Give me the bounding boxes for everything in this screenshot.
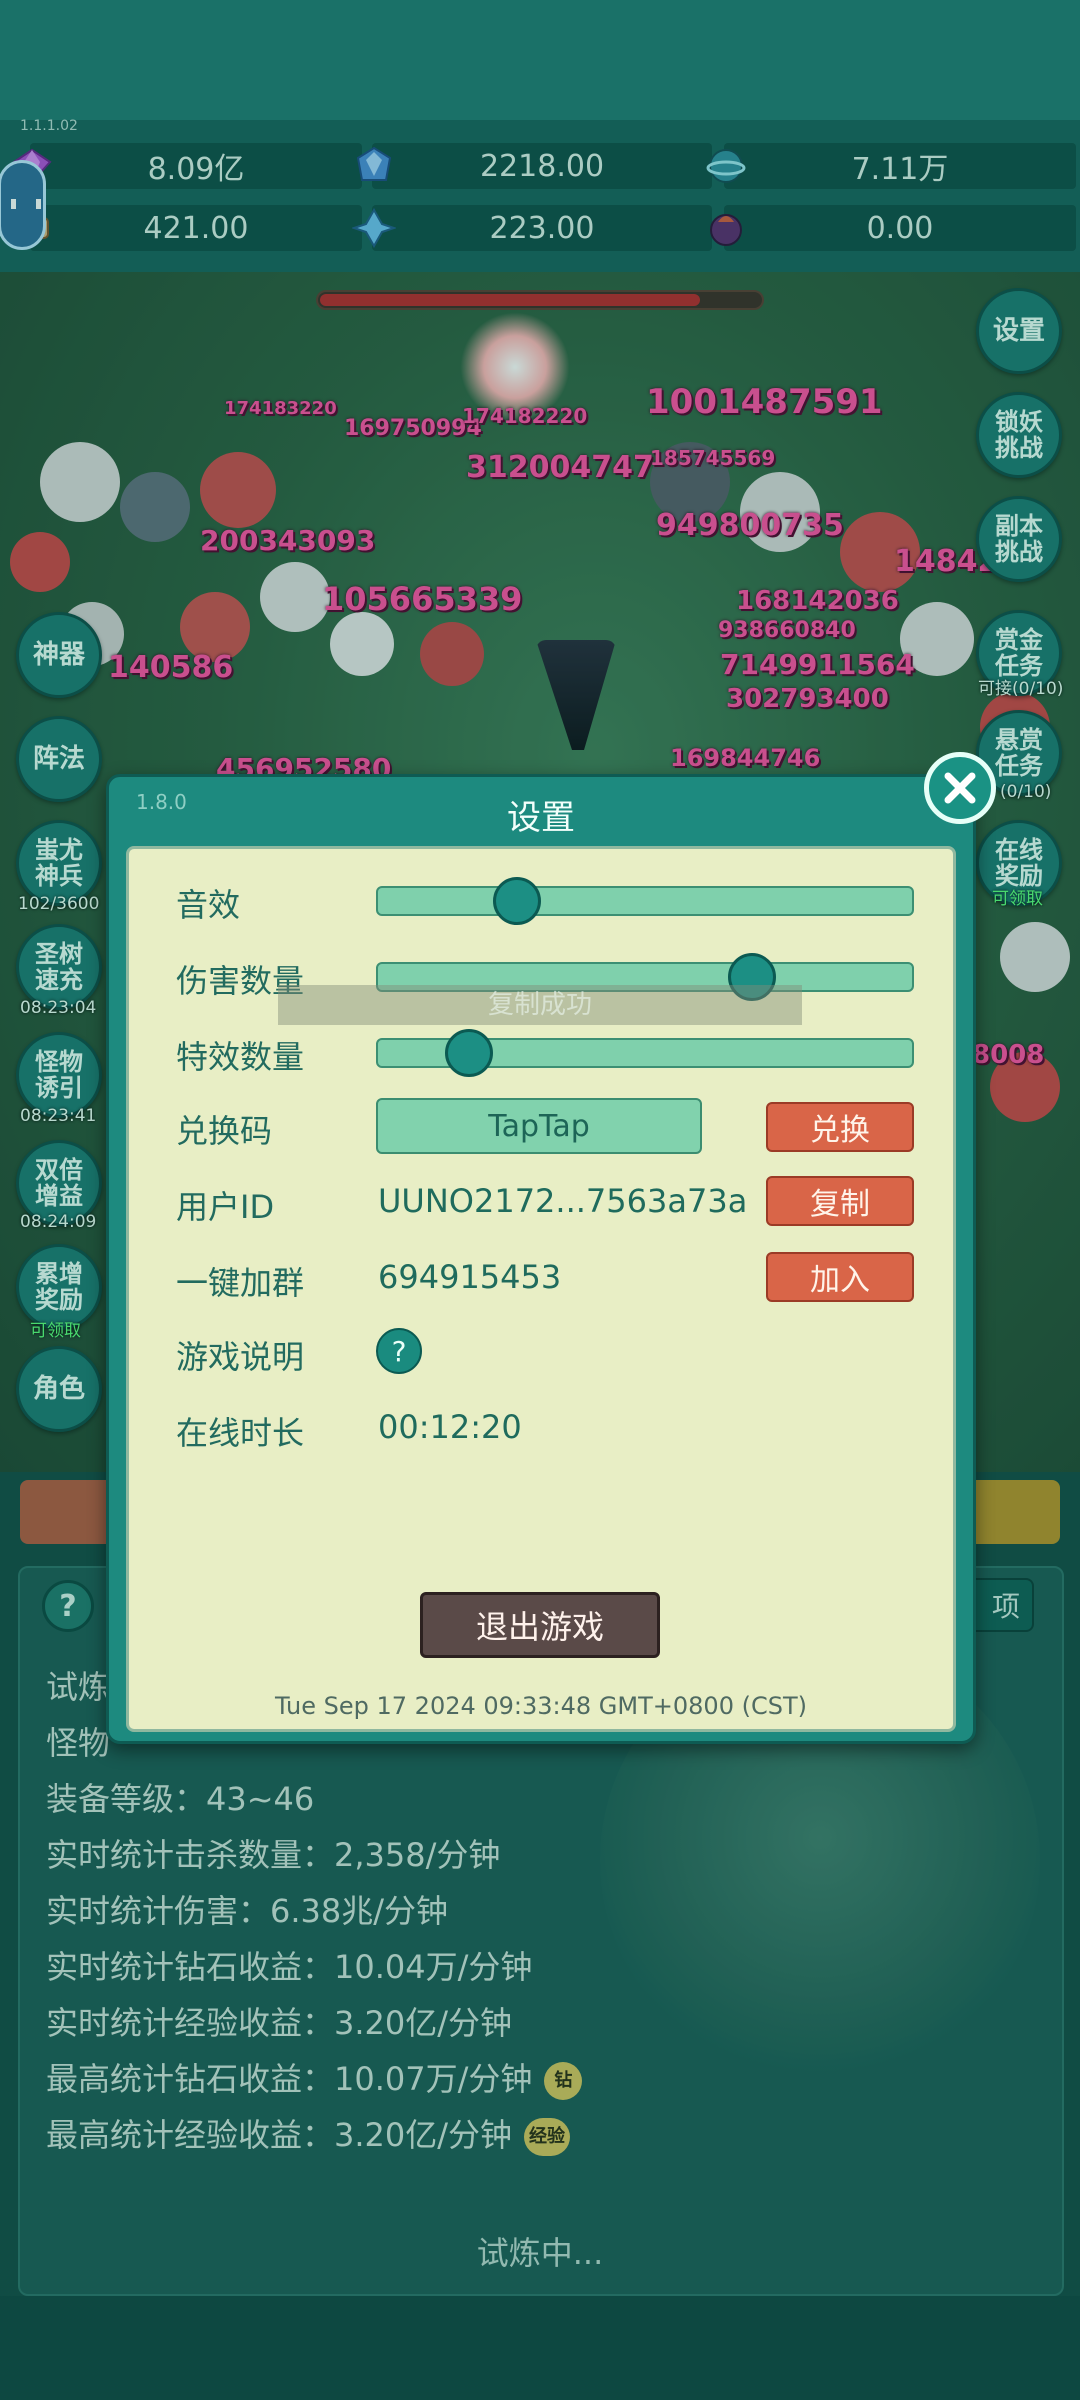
effects-count-label: 特效数量	[176, 1038, 305, 1076]
redeem-code-label: 兑换码	[176, 1112, 273, 1150]
game-guide-button[interactable]: ?	[376, 1328, 422, 1374]
game-guide-label: 游戏说明	[176, 1338, 305, 1376]
slider-knob[interactable]	[492, 877, 541, 925]
join-group-label: 一键加群	[176, 1264, 305, 1302]
slider-knob[interactable]	[444, 1029, 493, 1077]
user-id-label: 用户ID	[176, 1188, 275, 1226]
exit-game-button[interactable]: 退出游戏	[420, 1592, 660, 1658]
dialog-title: 设置	[507, 798, 575, 838]
copy-button[interactable]: 复制	[766, 1176, 914, 1226]
system-clock: Tue Sep 17 2024 09:33:48 GMT+0800 (CST)	[275, 1692, 807, 1720]
sound-label: 音效	[176, 886, 241, 924]
group-number: 694915453	[378, 1258, 562, 1296]
game-screen: 1.1.1.02 8.09亿 2218.00 7.11万 421.00 223.…	[0, 0, 1080, 2400]
close-button[interactable]	[924, 752, 996, 824]
copy-success-toast: 复制成功	[278, 985, 802, 1025]
user-id-value: UUNO2172...7563a73a	[378, 1182, 748, 1220]
sound-slider[interactable]	[376, 877, 914, 925]
join-button[interactable]: 加入	[766, 1252, 914, 1302]
effects-count-slider[interactable]	[376, 1029, 914, 1077]
redeem-code-input[interactable]: TapTap	[376, 1098, 702, 1154]
close-icon	[944, 772, 976, 804]
online-time-label: 在线时长	[176, 1414, 305, 1452]
online-time-value: 00:12:20	[378, 1408, 522, 1446]
redeem-button[interactable]: 兑换	[766, 1102, 914, 1152]
